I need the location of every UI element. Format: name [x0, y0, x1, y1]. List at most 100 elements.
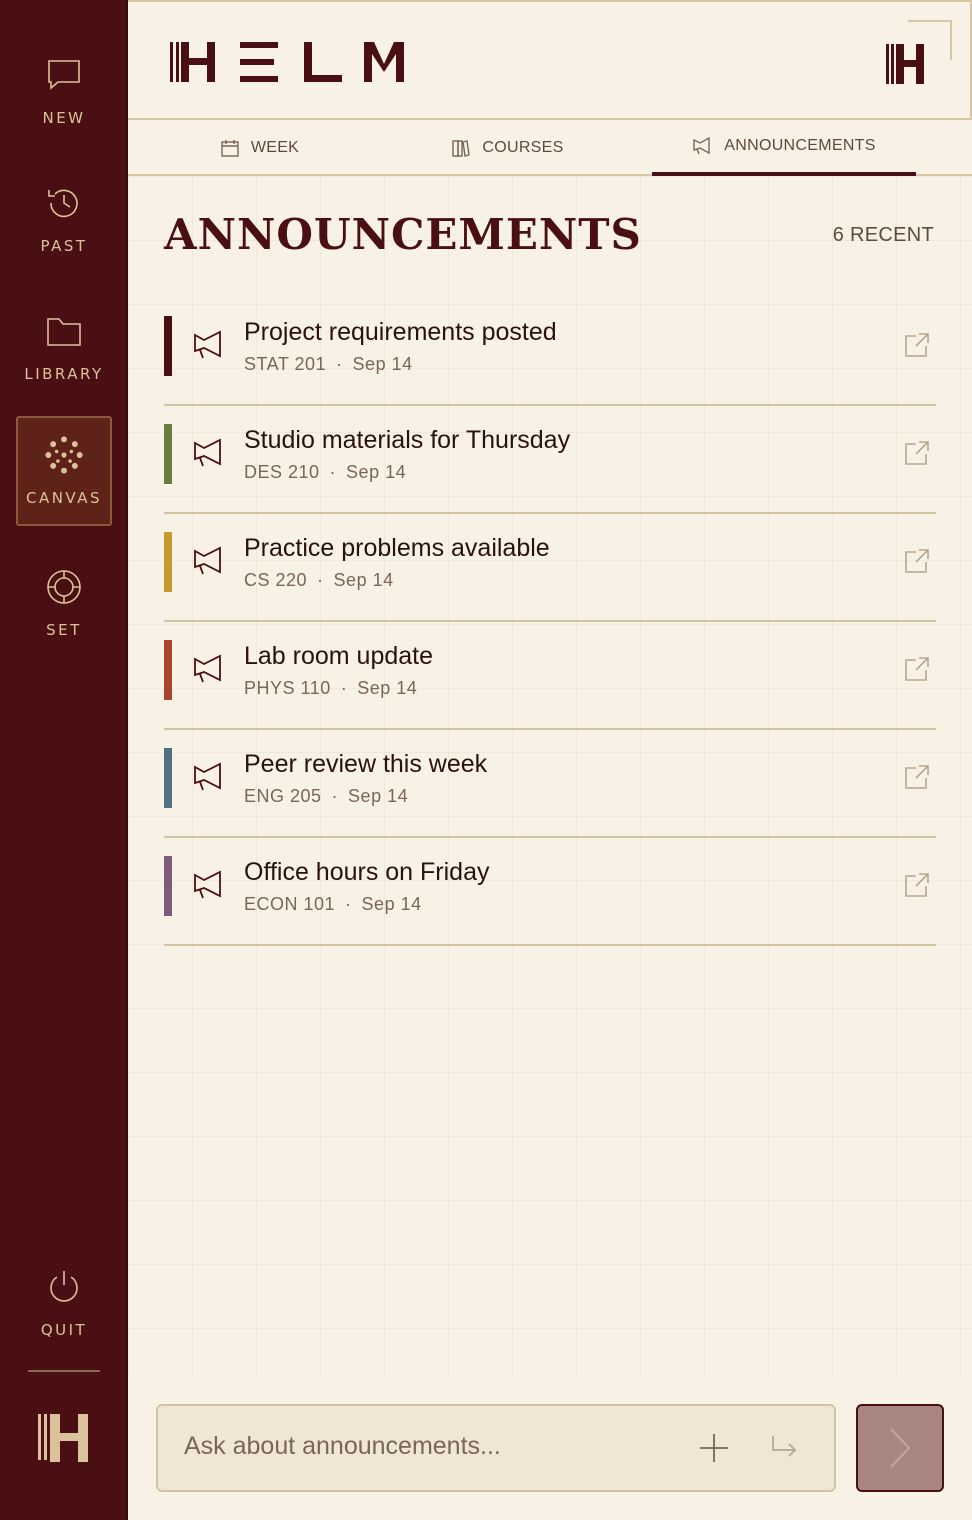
- course-color-bar: [164, 316, 172, 376]
- history-icon: [44, 183, 84, 223]
- announcement-date: Sep 14: [333, 570, 394, 590]
- open-external-button[interactable]: [904, 440, 930, 470]
- helm-wordmark-logo: [170, 40, 410, 88]
- add-attachment-button[interactable]: [698, 1432, 730, 1468]
- announcement-meta: PHYS 110 · Sep 14: [244, 678, 417, 699]
- sidebar-item-label: CANVAS: [25, 489, 103, 507]
- canvas-logo-icon: [44, 435, 84, 475]
- composer-input[interactable]: Ask about announcements...: [184, 1432, 501, 1461]
- megaphone-icon: [192, 654, 224, 688]
- external-link-icon: [905, 765, 929, 789]
- sidebar-item-new[interactable]: NEW: [16, 36, 112, 146]
- separator-dot: ·: [329, 462, 337, 482]
- main-panel: WEEK COURSES ANNOUNCEMENTS ANNOUNCEMENTS…: [128, 0, 972, 1520]
- separator-dot: ·: [345, 894, 352, 914]
- announcement-course: STAT 201: [244, 354, 327, 374]
- external-link-icon: [905, 441, 929, 465]
- announcement-item[interactable]: Office hours on Friday ECON 101 · Sep 14: [164, 838, 936, 946]
- megaphone-icon: [192, 330, 224, 364]
- announcement-date: Sep 14: [348, 786, 409, 806]
- announcement-meta: STAT 201 · Sep 14: [244, 354, 413, 375]
- announcement-item[interactable]: Lab room update PHYS 110 · Sep 14: [164, 622, 936, 730]
- announcement-course: ECON 101: [244, 894, 336, 914]
- open-external-button[interactable]: [904, 764, 930, 794]
- page-title: ANNOUNCEMENTS: [164, 210, 642, 259]
- announcement-meta: ENG 205 · Sep 14: [244, 786, 408, 807]
- tab-bar: WEEK COURSES ANNOUNCEMENTS: [128, 120, 972, 176]
- send-button[interactable]: [856, 1404, 944, 1492]
- open-external-button[interactable]: [904, 872, 930, 902]
- announcement-list: Project requirements posted STAT 201 · Sep…: [164, 298, 936, 946]
- tab-label: ANNOUNCEMENTS: [724, 137, 876, 154]
- calendar-icon: [221, 140, 239, 157]
- course-color-bar: [164, 532, 172, 592]
- announcement-course: PHYS 110: [244, 678, 331, 698]
- sidebar-item-canvas[interactable]: CANVAS: [16, 416, 112, 526]
- sidebar-divider: [28, 1370, 100, 1372]
- megaphone-icon: [693, 137, 710, 155]
- helm-h-logo-icon: [36, 1410, 92, 1466]
- external-link-icon: [905, 873, 929, 897]
- folder-icon: [44, 311, 84, 351]
- quit-button[interactable]: QUIT: [16, 1248, 112, 1358]
- course-color-bar: [164, 424, 172, 484]
- announcement-title: Project requirements posted: [244, 318, 557, 346]
- announcement-title: Lab room update: [244, 642, 434, 670]
- sidebar: NEW PAST LIBRARY CANVAS SET QUIT: [0, 0, 128, 1520]
- recent-count-badge: 6 RECENT: [832, 224, 934, 246]
- announcement-date: Sep 14: [361, 894, 422, 914]
- open-external-button[interactable]: [904, 548, 930, 578]
- helm-h-logo-icon: [886, 42, 930, 90]
- announcement-title: Peer review this week: [244, 750, 488, 778]
- open-external-button[interactable]: [904, 656, 930, 686]
- announcement-title: Practice problems available: [244, 534, 550, 562]
- open-external-button[interactable]: [904, 332, 930, 362]
- sidebar-item-library[interactable]: LIBRARY: [16, 292, 112, 402]
- external-link-icon: [905, 333, 929, 357]
- external-link-icon: [905, 549, 929, 573]
- announcement-date: Sep 14: [357, 678, 418, 698]
- settings-icon: [44, 567, 84, 607]
- announcement-item[interactable]: Studio materials for Thursday DES 210 · Se…: [164, 406, 936, 514]
- course-color-bar: [164, 640, 172, 700]
- announcement-course: CS 220: [244, 570, 308, 590]
- separator-dot: ·: [331, 786, 339, 806]
- megaphone-icon: [192, 870, 224, 904]
- announcement-meta: ECON 101 · Sep 14: [244, 894, 422, 915]
- tab-announcements[interactable]: ANNOUNCEMENTS: [652, 120, 916, 176]
- chat-composer: Ask about announcements...: [156, 1404, 836, 1492]
- megaphone-icon: [192, 546, 224, 580]
- sidebar-item-set[interactable]: SET: [16, 548, 112, 658]
- sidebar-item-label: NEW: [42, 109, 86, 127]
- megaphone-icon: [192, 438, 224, 472]
- plus-icon: [700, 1434, 728, 1462]
- power-icon: [44, 1267, 84, 1307]
- announcement-meta: CS 220 · Sep 14: [244, 570, 394, 591]
- tab-label: WEEK: [250, 139, 300, 156]
- sidebar-item-past[interactable]: PAST: [16, 164, 112, 274]
- announcement-item[interactable]: Peer review this week ENG 205 · Sep 14: [164, 730, 936, 838]
- tab-week[interactable]: WEEK: [168, 120, 352, 176]
- announcements-section: ANNOUNCEMENTS 6 RECENT Project requireme…: [128, 176, 972, 1376]
- enter-key-icon: [770, 1434, 798, 1466]
- announcement-item[interactable]: Project requirements posted STAT 201 · Sep…: [164, 298, 936, 406]
- tab-courses[interactable]: COURSES: [416, 120, 600, 176]
- tab-label: COURSES: [482, 139, 564, 156]
- announcement-date: Sep 14: [346, 462, 407, 482]
- separator-dot: ·: [336, 354, 343, 374]
- announcement-title: Studio materials for Thursday: [244, 426, 571, 454]
- quit-label: QUIT: [40, 1321, 88, 1339]
- course-color-bar: [164, 748, 172, 808]
- course-color-bar: [164, 856, 172, 916]
- announcement-course: ENG 205: [244, 786, 322, 806]
- announcement-item[interactable]: Practice problems available CS 220 · Sep 1…: [164, 514, 936, 622]
- app-header: [128, 0, 972, 120]
- separator-dot: ·: [340, 678, 348, 698]
- separator-dot: ·: [317, 570, 324, 590]
- announcement-course: DES 210: [244, 462, 320, 482]
- chat-bubble-icon: [44, 55, 84, 95]
- announcement-title: Office hours on Friday: [244, 858, 490, 886]
- external-link-icon: [905, 657, 929, 681]
- sidebar-item-label: LIBRARY: [24, 365, 104, 383]
- sidebar-item-label: SET: [46, 621, 82, 639]
